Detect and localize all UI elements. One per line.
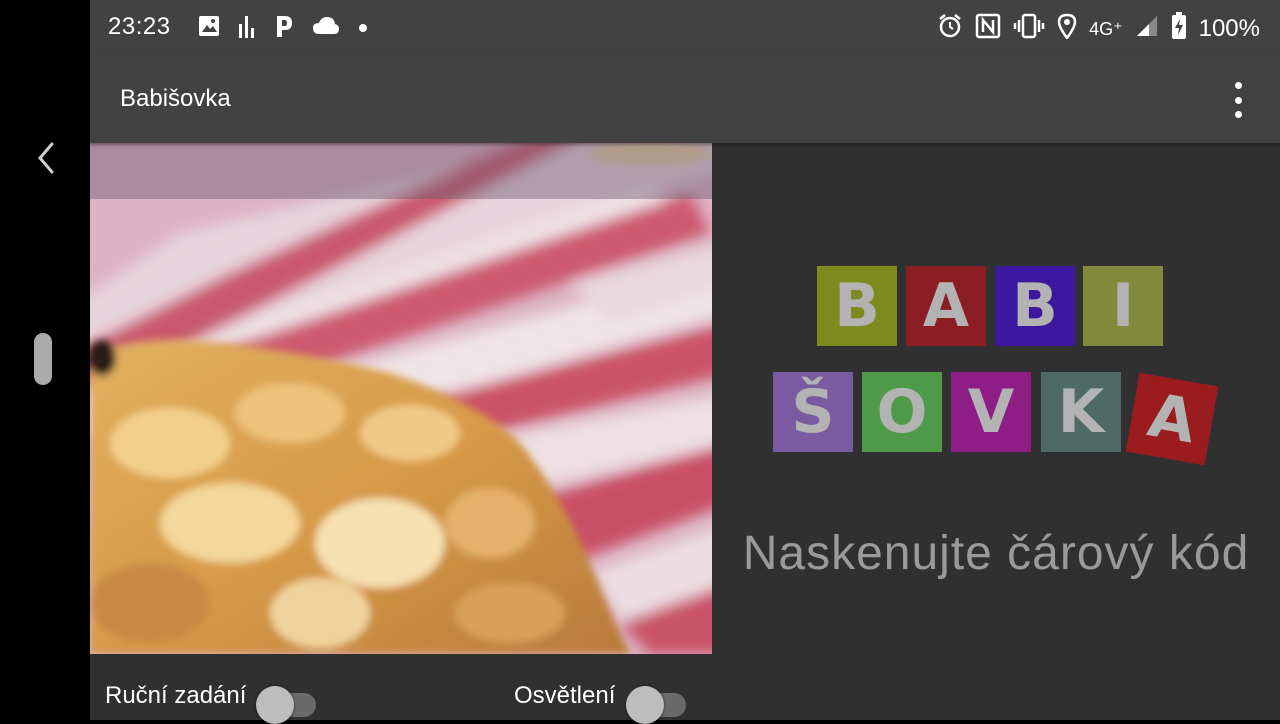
battery-level: 100% <box>1198 15 1260 42</box>
nfc-icon <box>975 13 1001 45</box>
logo-tile: A <box>1125 372 1219 466</box>
camera-preview[interactable] <box>90 143 712 654</box>
logo-tile: B <box>995 266 1075 346</box>
image-icon <box>198 15 220 42</box>
app-title: Babišovka <box>120 85 231 112</box>
status-time: 23:23 <box>108 13 171 40</box>
parking-icon <box>274 14 294 43</box>
manual-entry-switch-thumb <box>256 686 294 724</box>
battery-charging-icon <box>1171 12 1187 46</box>
back-chevron-icon[interactable] <box>30 140 62 176</box>
location-icon <box>1057 13 1077 45</box>
dot-icon <box>358 20 368 38</box>
logo-tile: I <box>1083 266 1163 346</box>
nav-handle[interactable] <box>34 333 52 385</box>
bar-chart-icon <box>238 14 256 43</box>
scan-overlay-band <box>90 143 712 199</box>
screen: 23:23 4G⁺ 100% Babišovka B A B I Š O V K… <box>0 0 1280 724</box>
main-content: B A B I Š O V K A Naskenujte čárový kód … <box>90 143 1280 724</box>
status-bar: 23:23 4G⁺ 100% <box>90 0 1280 56</box>
logo-tile: Š <box>773 372 853 452</box>
app-bar: Babišovka <box>90 56 1280 143</box>
bottom-controls: Ruční zadání Osvětlení <box>90 654 1280 724</box>
manual-entry-switch[interactable] <box>256 680 318 724</box>
logo-tile: K <box>1041 372 1121 452</box>
alarm-icon <box>937 13 963 45</box>
camera-image <box>90 143 712 654</box>
logo-tile: B <box>817 266 897 346</box>
logo-area: B A B I Š O V K A Naskenujte čárový kód <box>712 143 1280 654</box>
network-4g-icon: 4G⁺ <box>1089 18 1123 39</box>
manual-entry-label: Ruční zadání <box>105 682 247 709</box>
logo-tile: V <box>951 372 1031 452</box>
logo-tile: O <box>862 372 942 452</box>
more-vert-icon[interactable] <box>1226 82 1250 118</box>
system-icons: 4G⁺ 100% <box>937 12 1260 46</box>
logo-tile: A <box>906 266 986 346</box>
cloud-icon <box>312 16 340 41</box>
light-switch[interactable] <box>626 680 688 724</box>
light-label: Osvětlení <box>514 682 616 709</box>
light-switch-thumb <box>626 686 664 724</box>
navigation-bar <box>0 0 90 720</box>
scan-prompt: Naskenujte čárový kód <box>742 527 1250 580</box>
vibrate-icon <box>1013 13 1045 45</box>
notification-icons <box>198 14 368 43</box>
signal-icon <box>1135 14 1159 44</box>
